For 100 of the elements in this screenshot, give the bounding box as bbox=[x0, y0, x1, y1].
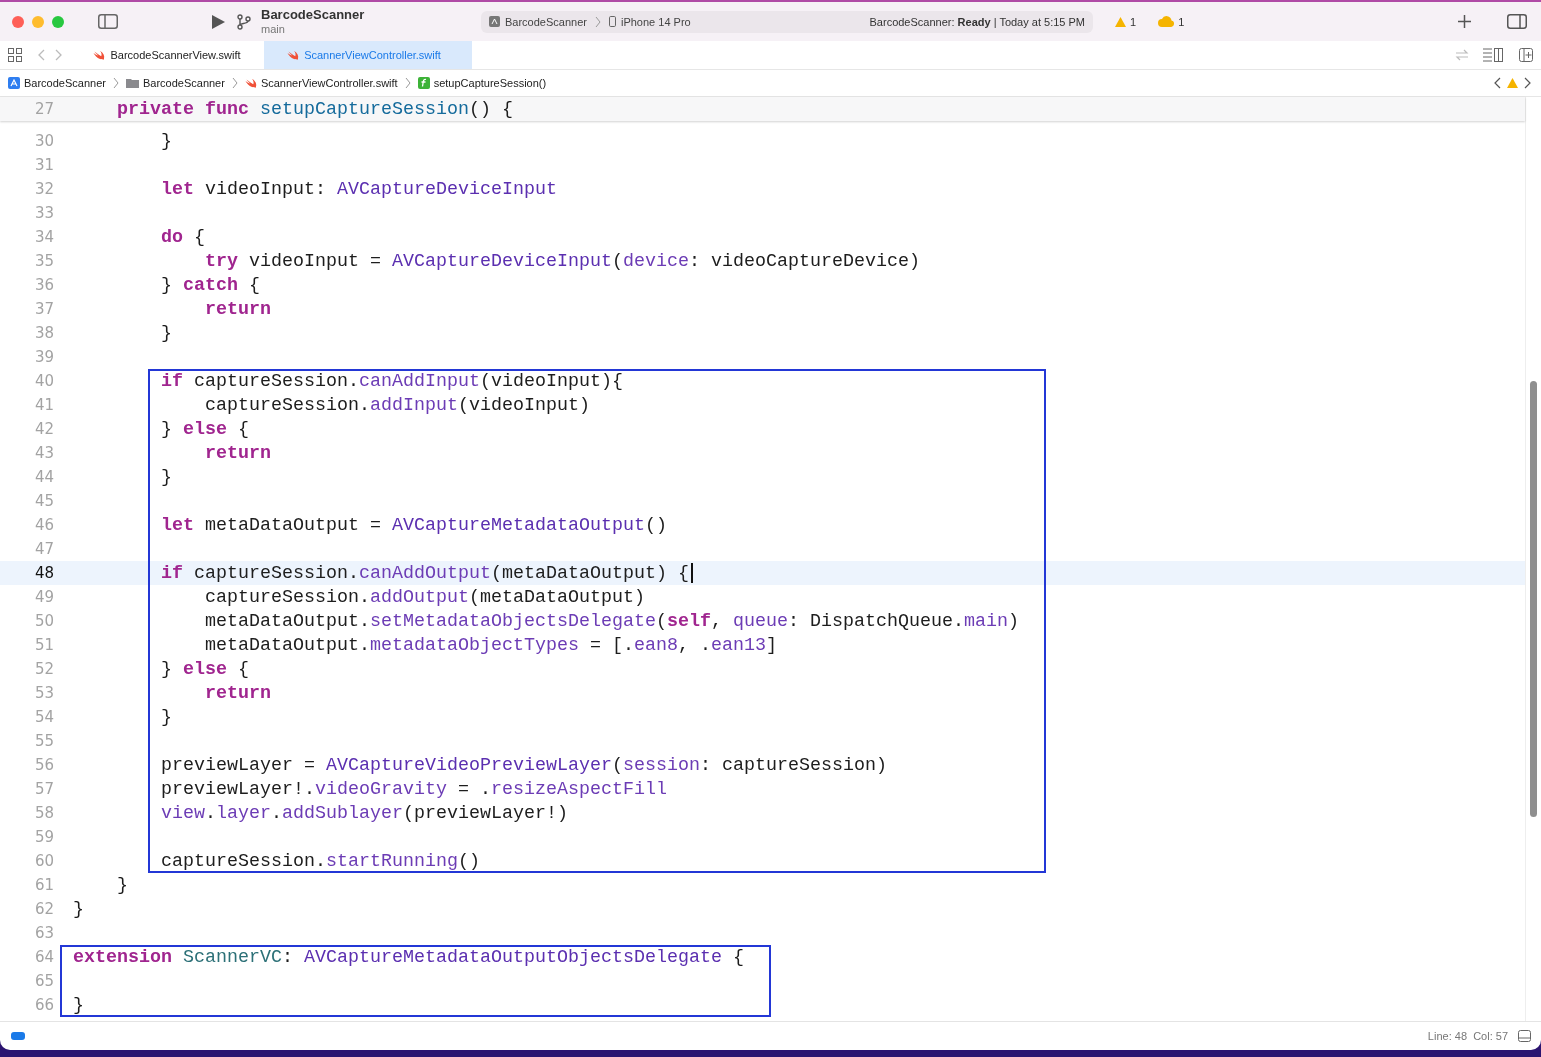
line-number: 40 bbox=[33, 372, 54, 390]
code-line: let metaDataOutput = AVCaptureMetadataOutput() bbox=[160, 514, 667, 536]
app-project-icon bbox=[8, 77, 20, 89]
warning-icon bbox=[1115, 16, 1126, 27]
line-number: 66 bbox=[33, 996, 54, 1014]
code-line: extension ScannerVC: AVCaptureMetadataOutputObjectsDelegate { bbox=[73, 946, 744, 968]
line-number: 55 bbox=[33, 732, 54, 750]
line-number: 45 bbox=[33, 492, 54, 510]
code-line: metaDataOutput.metadataObjectTypes = [.ean8, .ean13] bbox=[203, 634, 777, 656]
chevron-icon bbox=[231, 77, 238, 89]
warning-icon bbox=[1507, 78, 1518, 88]
line-number: 65 bbox=[33, 972, 54, 990]
line-number: 33 bbox=[33, 204, 54, 222]
line-number: 44 bbox=[33, 468, 54, 486]
line-number: 52 bbox=[33, 660, 54, 678]
line-number: 64 bbox=[33, 948, 54, 966]
code-line: } catch { bbox=[160, 274, 260, 296]
swift-icon bbox=[244, 77, 257, 89]
code-line: metaDataOutput.setMetadataObjectsDelegate(self, queue: DispatchQueue.main) bbox=[203, 610, 1019, 632]
line-number: 30 bbox=[33, 132, 54, 150]
line-number: 36 bbox=[33, 276, 54, 294]
code-line: } bbox=[73, 898, 84, 920]
code-line: if captureSession.canAddInput(videoInput){ bbox=[160, 370, 623, 392]
breadcrumb-item[interactable]: ScannerViewController.swift bbox=[260, 77, 398, 89]
line-number: 47 bbox=[33, 540, 54, 558]
code-line: private func setupCaptureSession() { bbox=[116, 98, 513, 120]
scheme-status-bar[interactable]: BarcodeScanner iPhone 14 Pro BarcodeScanner: Ready | Today at 5:15 PM bbox=[481, 10, 1093, 33]
code-line: } bbox=[160, 322, 172, 344]
code-line: captureSession.startRunning() bbox=[160, 850, 480, 872]
line-number: 31 bbox=[33, 156, 54, 174]
line-number: 50 bbox=[33, 612, 54, 630]
line-number: 61 bbox=[33, 876, 54, 894]
text-cursor bbox=[690, 563, 693, 583]
line-number: 60 bbox=[33, 852, 54, 870]
function-icon bbox=[417, 77, 430, 89]
line-number: 39 bbox=[33, 348, 54, 366]
code-line: try videoInput = AVCaptureDeviceInput(device: videoCaptureDevice) bbox=[203, 250, 920, 272]
code-line: previewLayer = AVCaptureVideoPreviewLayer(session: captureSession) bbox=[160, 754, 887, 776]
next-issue-icon[interactable] bbox=[1522, 75, 1533, 91]
issue-count: 1 bbox=[1130, 15, 1137, 28]
code-line: do { bbox=[160, 226, 205, 248]
debug-area-toggle[interactable] bbox=[11, 1032, 25, 1040]
line-number: 62 bbox=[33, 900, 54, 918]
line-number: 58 bbox=[33, 804, 54, 822]
previous-issue-icon[interactable] bbox=[1492, 75, 1503, 91]
branch-icon bbox=[237, 13, 251, 30]
chevron-icon bbox=[594, 15, 601, 28]
line-number: 38 bbox=[33, 324, 54, 342]
build-status: BarcodeScanner: Ready | Today at 5:15 PM bbox=[869, 15, 1085, 28]
breadcrumb-item[interactable]: setupCaptureSession() bbox=[433, 77, 547, 89]
line-number: 54 bbox=[33, 708, 54, 726]
line-number: 37 bbox=[33, 300, 54, 318]
add-icon[interactable] bbox=[1456, 13, 1473, 30]
line-number: 46 bbox=[33, 516, 54, 534]
code-line: captureSession.addOutput(metaDataOutput) bbox=[203, 586, 645, 608]
breadcrumb-item[interactable]: BarcodeScanner bbox=[24, 77, 106, 89]
code-line: previewLayer!.videoGravity = .resizeAspectFill bbox=[160, 778, 667, 800]
breadcrumb-item[interactable]: BarcodeScanner bbox=[142, 77, 225, 89]
folder-icon bbox=[125, 78, 139, 88]
editor-tab[interactable]: BarcodeScannerView.swift bbox=[78, 41, 264, 69]
line-number: 53 bbox=[33, 684, 54, 702]
swift-icon bbox=[287, 49, 300, 61]
line-number: 57 bbox=[33, 780, 54, 798]
line-number: 27 bbox=[33, 100, 54, 118]
inspector-toggle-icon[interactable] bbox=[1505, 12, 1529, 31]
chevron-icon bbox=[404, 77, 411, 89]
sidebar-toggle-icon[interactable] bbox=[96, 12, 120, 31]
editor-tab[interactable]: ScannerViewController.swift bbox=[264, 41, 472, 69]
line-number: 42 bbox=[33, 420, 54, 438]
scheme-target: BarcodeScanner bbox=[505, 15, 587, 28]
code-line: captureSession.addInput(videoInput) bbox=[203, 394, 590, 416]
code-line: view.layer.addSublayer(previewLayer!) bbox=[160, 802, 568, 824]
scrollbar-thumb[interactable] bbox=[1530, 381, 1537, 817]
line-number: 34 bbox=[33, 228, 54, 246]
cloud-warning-icon bbox=[1158, 16, 1175, 27]
line-number: 35 bbox=[33, 252, 54, 270]
phone-icon bbox=[608, 16, 616, 27]
branch-name: main bbox=[261, 21, 286, 36]
code-line: } bbox=[73, 994, 84, 1016]
code-line: } else { bbox=[160, 418, 249, 440]
line-number: 59 bbox=[33, 828, 54, 846]
chevron-icon bbox=[112, 77, 119, 89]
code-line: } bbox=[160, 706, 172, 728]
close-button[interactable] bbox=[12, 15, 24, 28]
code-line: } bbox=[160, 466, 172, 488]
line-number: 51 bbox=[33, 636, 54, 654]
code-line: if captureSession.canAddOutput(metaDataOutput) { bbox=[160, 562, 689, 584]
panel-toggle-icon[interactable] bbox=[1518, 1030, 1531, 1042]
code-line: return bbox=[203, 442, 271, 464]
app-target-icon bbox=[489, 16, 500, 27]
line-number: 48 bbox=[33, 564, 54, 582]
line-number: 32 bbox=[33, 180, 54, 198]
run-icon[interactable] bbox=[210, 12, 227, 31]
cursor-position: Line: 48 Col: 57 bbox=[1427, 1030, 1508, 1042]
issue-count: 1 bbox=[1178, 15, 1185, 28]
code-line: let videoInput: AVCaptureDeviceInput bbox=[160, 178, 557, 200]
line-number: 43 bbox=[33, 444, 54, 462]
line-number: 41 bbox=[33, 396, 54, 414]
line-number: 49 bbox=[33, 588, 54, 606]
line-number: 56 bbox=[33, 756, 54, 774]
